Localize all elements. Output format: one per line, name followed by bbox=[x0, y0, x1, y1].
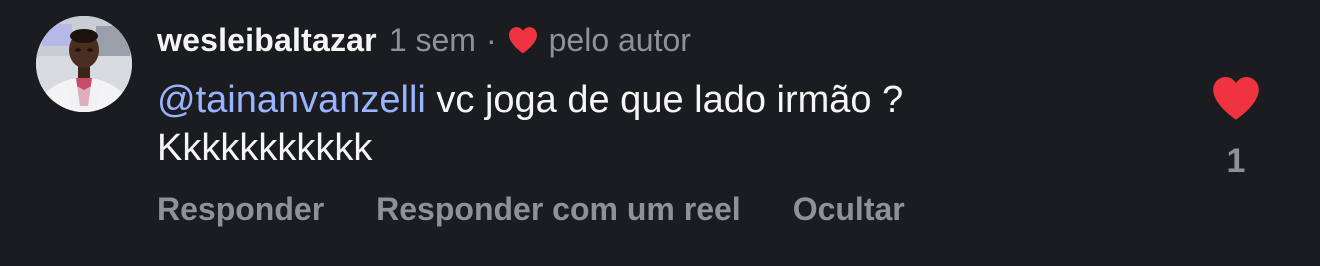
heart-icon bbox=[1213, 76, 1259, 120]
comment-text-line2: Kkkkkkkkkkk bbox=[157, 127, 373, 169]
avatar[interactable] bbox=[36, 16, 132, 112]
separator-dot: · bbox=[485, 21, 497, 58]
comment-text: @tainanvanzelli vc joga de que lado irmã… bbox=[157, 76, 1157, 172]
like-count: 1 bbox=[1226, 142, 1246, 180]
comment-meta: wesleibaltazar 1 sem · pelo autor bbox=[157, 18, 691, 62]
like-button[interactable] bbox=[1210, 74, 1262, 122]
comment-item: wesleibaltazar 1 sem · pelo autor @taina… bbox=[0, 0, 1320, 266]
reply-button[interactable]: Responder bbox=[157, 191, 324, 228]
comment-text-line1: vc joga de que lado irmão ? bbox=[425, 79, 904, 121]
username[interactable]: wesleibaltazar bbox=[157, 22, 377, 59]
avatar-image bbox=[36, 16, 132, 112]
liked-by-author-label: pelo autor bbox=[548, 21, 691, 58]
heart-icon bbox=[508, 27, 537, 54]
mention-link[interactable]: @tainanvanzelli bbox=[157, 79, 426, 121]
comment-actions: Responder Responder com um reel Ocultar bbox=[157, 186, 957, 232]
hide-button[interactable]: Ocultar bbox=[793, 191, 905, 228]
reply-with-reel-button[interactable]: Responder com um reel bbox=[376, 191, 741, 228]
timestamp: 1 sem bbox=[388, 21, 476, 58]
